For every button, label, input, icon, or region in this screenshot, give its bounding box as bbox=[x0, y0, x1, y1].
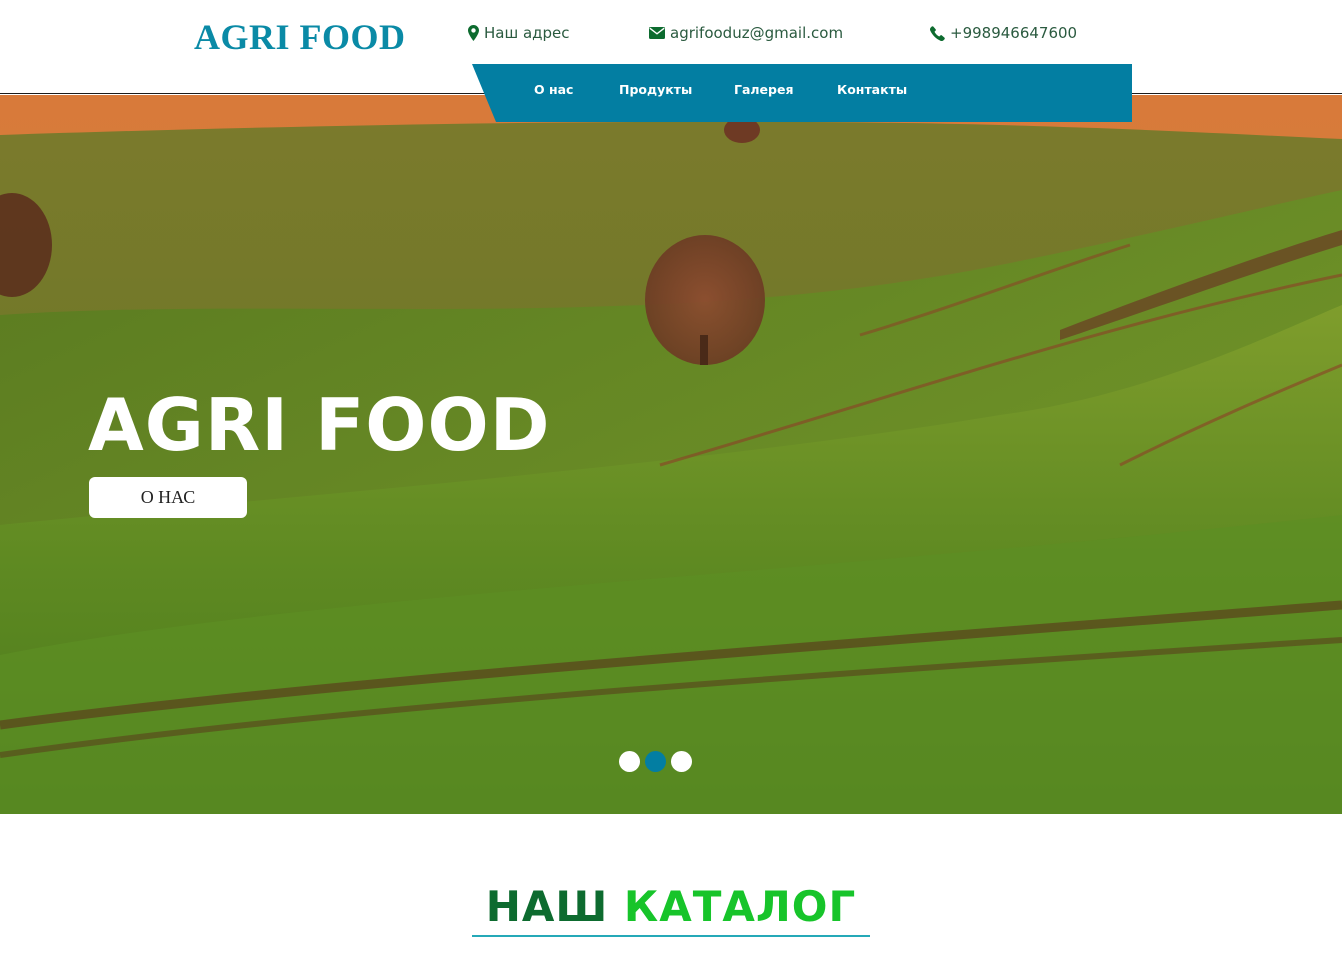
phone-icon bbox=[930, 25, 945, 41]
nav-item-about[interactable]: О нас bbox=[534, 82, 573, 97]
nav-item-contacts[interactable]: Контакты bbox=[837, 82, 907, 97]
slider-dot-3[interactable] bbox=[671, 751, 692, 772]
hero-about-button[interactable]: О НАС bbox=[89, 477, 247, 518]
slider-dot-1[interactable] bbox=[619, 751, 640, 772]
phone-number: +998946647600 bbox=[950, 24, 1078, 42]
nav-item-gallery[interactable]: Галерея bbox=[734, 82, 794, 97]
main-nav: О нас Продукты Галерея Контакты bbox=[472, 64, 1132, 122]
contact-address[interactable]: Наш адрес bbox=[468, 24, 570, 42]
address-label: Наш адрес bbox=[484, 24, 570, 42]
site-logo[interactable]: AGRI FOOD bbox=[194, 16, 406, 58]
email-link: agrifooduz@gmail.com bbox=[670, 24, 844, 42]
nav-item-products[interactable]: Продукты bbox=[619, 82, 692, 97]
catalog-title-part1: НАШ bbox=[485, 882, 609, 931]
catalog-section: НАШ КАТАЛОГ bbox=[0, 882, 1342, 937]
contact-email[interactable]: agrifooduz@gmail.com bbox=[649, 24, 843, 42]
catalog-title-part2: КАТАЛОГ bbox=[623, 882, 857, 931]
slider-dots bbox=[619, 751, 692, 772]
catalog-title: НАШ КАТАЛОГ bbox=[471, 882, 871, 937]
slider-dot-2[interactable] bbox=[645, 751, 666, 772]
map-marker-icon bbox=[468, 25, 479, 41]
hero-title: AGRI FOOD bbox=[88, 383, 551, 467]
hero-slider: AGRI FOOD О НАС bbox=[0, 95, 1342, 814]
contact-phone[interactable]: +998946647600 bbox=[930, 24, 1077, 42]
envelope-icon bbox=[649, 27, 665, 39]
